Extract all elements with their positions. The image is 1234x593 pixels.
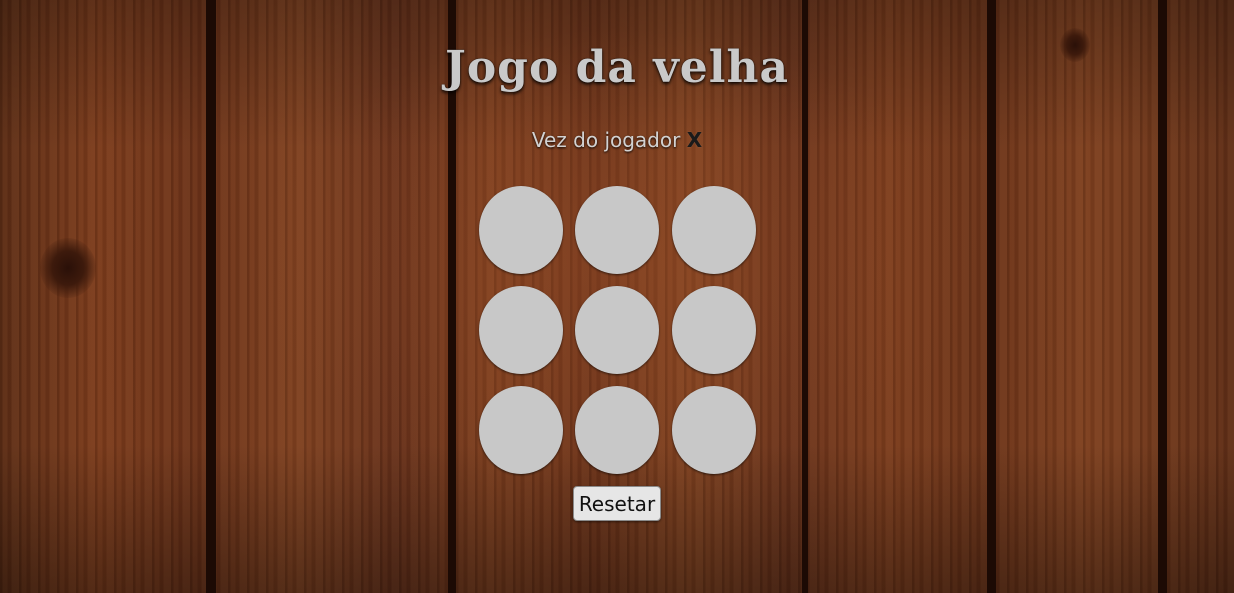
board-cell-5[interactable] xyxy=(575,286,659,374)
current-player: X xyxy=(686,128,703,152)
board-cell-8[interactable] xyxy=(575,386,659,474)
board-cell-1[interactable] xyxy=(479,186,563,274)
turn-label: Vez do jogador xyxy=(531,128,681,152)
page-title: Jogo da velha xyxy=(445,42,789,93)
game-container: Jogo da velha Vez do jogador X Resetar xyxy=(0,0,1234,593)
turn-indicator: Vez do jogador X xyxy=(0,128,1234,152)
board-cell-6[interactable] xyxy=(672,286,756,374)
board-cell-2[interactable] xyxy=(575,186,659,274)
board-cell-4[interactable] xyxy=(479,286,563,374)
board-cell-3[interactable] xyxy=(672,186,756,274)
board-cell-7[interactable] xyxy=(479,386,563,474)
board-cell-9[interactable] xyxy=(672,386,756,474)
game-board xyxy=(479,186,756,474)
reset-button[interactable]: Resetar xyxy=(573,486,661,521)
